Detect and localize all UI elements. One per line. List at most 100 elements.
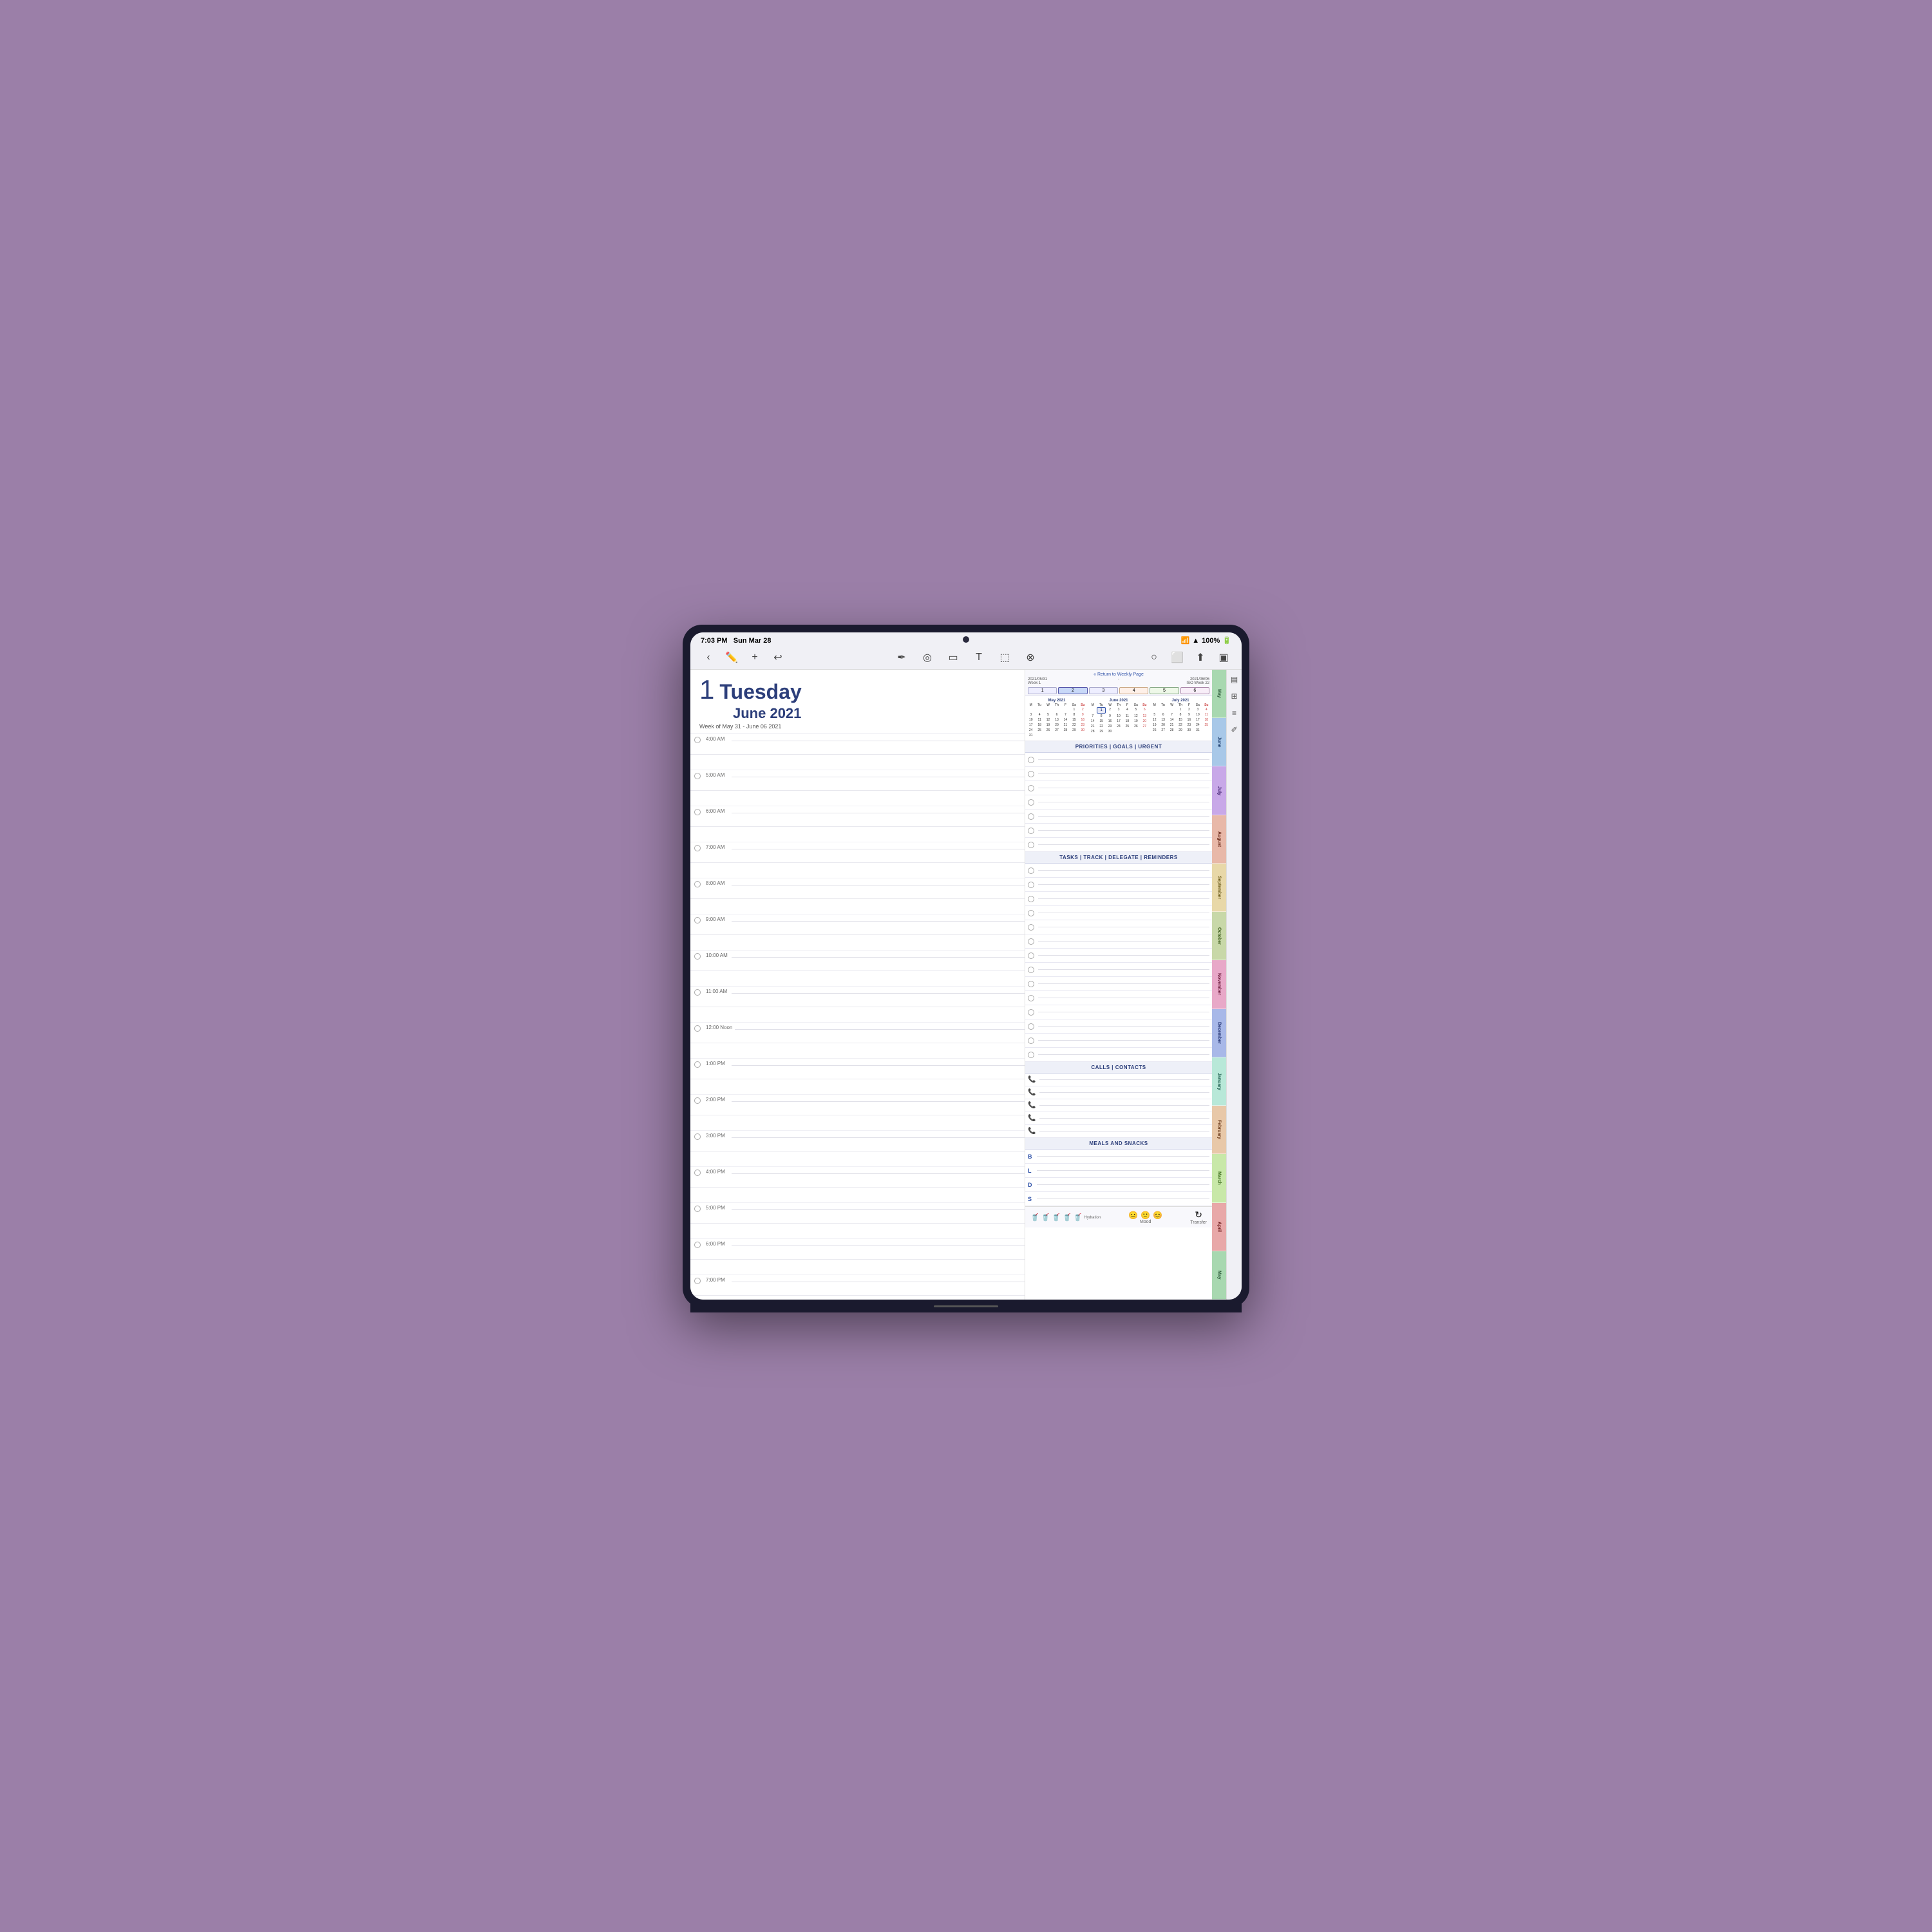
tab-april[interactable]: April xyxy=(1212,1203,1226,1251)
task-item-3[interactable] xyxy=(1025,892,1212,906)
sidebar-toggle[interactable]: ▣ xyxy=(1216,650,1231,665)
call-item-3[interactable]: 📞 xyxy=(1025,1099,1212,1112)
check-circle[interactable] xyxy=(1028,842,1034,848)
phone-icon: 📞 xyxy=(1028,1102,1036,1109)
priority-item-2[interactable] xyxy=(1025,767,1212,781)
task-item-6[interactable] xyxy=(1025,934,1212,949)
share-button[interactable]: ⬆ xyxy=(1193,650,1208,665)
check-circle[interactable] xyxy=(1028,1009,1034,1016)
text-tool[interactable]: T xyxy=(971,650,987,665)
meal-lunch[interactable]: L xyxy=(1025,1164,1212,1178)
check-circle[interactable] xyxy=(1028,882,1034,888)
check-circle[interactable] xyxy=(1028,813,1034,820)
day-nav-1[interactable]: 1 xyxy=(1028,687,1057,694)
check-circle[interactable] xyxy=(1028,924,1034,931)
task-item-12[interactable] xyxy=(1025,1019,1212,1034)
task-item-14[interactable] xyxy=(1025,1048,1212,1062)
check-circle[interactable] xyxy=(1028,967,1034,973)
meal-dinner[interactable]: D xyxy=(1025,1178,1212,1192)
check-circle[interactable] xyxy=(1028,828,1034,834)
right-icon-1[interactable]: ▤ xyxy=(1229,674,1240,685)
check-circle[interactable] xyxy=(1028,981,1034,987)
tab-march[interactable]: March xyxy=(1212,1154,1226,1202)
tablet-tool[interactable]: ▭ xyxy=(945,650,961,665)
priority-item-6[interactable] xyxy=(1025,824,1212,838)
briefcase-tool[interactable]: ⬜ xyxy=(1170,650,1185,665)
transfer-icon[interactable]: ↻ xyxy=(1195,1209,1202,1220)
mood-icons-row: 😐 🙂 😊 xyxy=(1128,1211,1162,1220)
tab-august[interactable]: August xyxy=(1212,815,1226,864)
tab-november[interactable]: November xyxy=(1212,960,1226,1009)
right-icon-2[interactable]: ⊞ xyxy=(1229,690,1240,702)
call-item-1[interactable]: 📞 xyxy=(1025,1074,1212,1086)
right-icon-4[interactable]: ✐ xyxy=(1229,724,1240,735)
call-item-5[interactable]: 📞 xyxy=(1025,1125,1212,1138)
task-item-10[interactable] xyxy=(1025,991,1212,1005)
undo-button[interactable]: ↩ xyxy=(770,650,786,665)
day-nav-5[interactable]: 5 xyxy=(1150,687,1179,694)
day-nav-6[interactable]: 6 xyxy=(1180,687,1209,694)
cup-icon-3[interactable]: 🥤 xyxy=(1052,1213,1061,1222)
check-circle[interactable] xyxy=(1028,952,1034,959)
mood-icon-neutral[interactable]: 😐 xyxy=(1128,1211,1138,1220)
mood-icon-smile[interactable]: 🙂 xyxy=(1141,1211,1150,1220)
task-item-5[interactable] xyxy=(1025,920,1212,934)
mood-icon-happy[interactable]: 😊 xyxy=(1153,1211,1162,1220)
priority-item-7[interactable] xyxy=(1025,838,1212,852)
tab-december[interactable]: December xyxy=(1212,1009,1226,1057)
check-circle[interactable] xyxy=(1028,896,1034,902)
check-circle[interactable] xyxy=(1028,910,1034,916)
priority-item-1[interactable] xyxy=(1025,753,1212,767)
check-circle[interactable] xyxy=(1028,1037,1034,1044)
cup-icon-4[interactable]: 🥤 xyxy=(1063,1213,1072,1222)
task-item-1[interactable] xyxy=(1025,864,1212,878)
task-item-11[interactable] xyxy=(1025,1005,1212,1019)
task-item-13[interactable] xyxy=(1025,1034,1212,1048)
tab-may[interactable]: May xyxy=(1212,670,1226,718)
return-weekly-link[interactable]: « Return to Weekly Page xyxy=(1028,672,1209,677)
tab-july[interactable]: July xyxy=(1212,766,1226,815)
meal-snacks[interactable]: S xyxy=(1025,1192,1212,1206)
cup-icon-1[interactable]: 🥤 xyxy=(1030,1213,1039,1222)
erase-tool[interactable]: ⊗ xyxy=(1023,650,1038,665)
pen-tool[interactable]: ✒ xyxy=(894,650,909,665)
meal-breakfast[interactable]: B xyxy=(1025,1150,1212,1164)
task-item-4[interactable] xyxy=(1025,906,1212,920)
right-icon-3[interactable]: ≡ xyxy=(1229,707,1240,719)
task-item-7[interactable] xyxy=(1025,949,1212,963)
priority-item-4[interactable] xyxy=(1025,795,1212,810)
pencil-tool[interactable]: ✏️ xyxy=(724,650,739,665)
day-nav-2[interactable]: 2 xyxy=(1058,687,1087,694)
check-circle[interactable] xyxy=(1028,785,1034,791)
add-button[interactable]: + xyxy=(747,650,762,665)
priority-item-5[interactable] xyxy=(1025,810,1212,824)
cup-icon-2[interactable]: 🥤 xyxy=(1041,1213,1050,1222)
check-circle[interactable] xyxy=(1028,995,1034,1001)
selection-tool[interactable]: ⬚ xyxy=(997,650,1012,665)
tab-may-2[interactable]: May xyxy=(1212,1251,1226,1300)
tab-february[interactable]: February xyxy=(1212,1106,1226,1154)
task-item-8[interactable] xyxy=(1025,963,1212,977)
tab-september[interactable]: September xyxy=(1212,864,1226,912)
check-circle[interactable] xyxy=(1028,757,1034,763)
task-item-2[interactable] xyxy=(1025,878,1212,892)
call-item-2[interactable]: 📞 xyxy=(1025,1086,1212,1099)
check-circle[interactable] xyxy=(1028,771,1034,777)
check-circle[interactable] xyxy=(1028,938,1034,945)
back-button[interactable]: ‹ xyxy=(701,650,716,665)
task-item-9[interactable] xyxy=(1025,977,1212,991)
check-circle[interactable] xyxy=(1028,799,1034,806)
tab-october[interactable]: October xyxy=(1212,912,1226,960)
check-circle[interactable] xyxy=(1028,867,1034,874)
shapes-tool[interactable]: ○ xyxy=(1146,650,1162,665)
priority-item-3[interactable] xyxy=(1025,781,1212,795)
tab-january[interactable]: January xyxy=(1212,1057,1226,1106)
cup-icon-5[interactable]: 🥤 xyxy=(1074,1213,1083,1222)
call-item-4[interactable]: 📞 xyxy=(1025,1112,1212,1125)
day-nav-4[interactable]: 4 xyxy=(1119,687,1148,694)
check-circle[interactable] xyxy=(1028,1023,1034,1030)
check-circle[interactable] xyxy=(1028,1052,1034,1058)
day-nav-3[interactable]: 3 xyxy=(1089,687,1118,694)
marker-tool[interactable]: ◎ xyxy=(920,650,935,665)
tab-june[interactable]: June xyxy=(1212,718,1226,766)
